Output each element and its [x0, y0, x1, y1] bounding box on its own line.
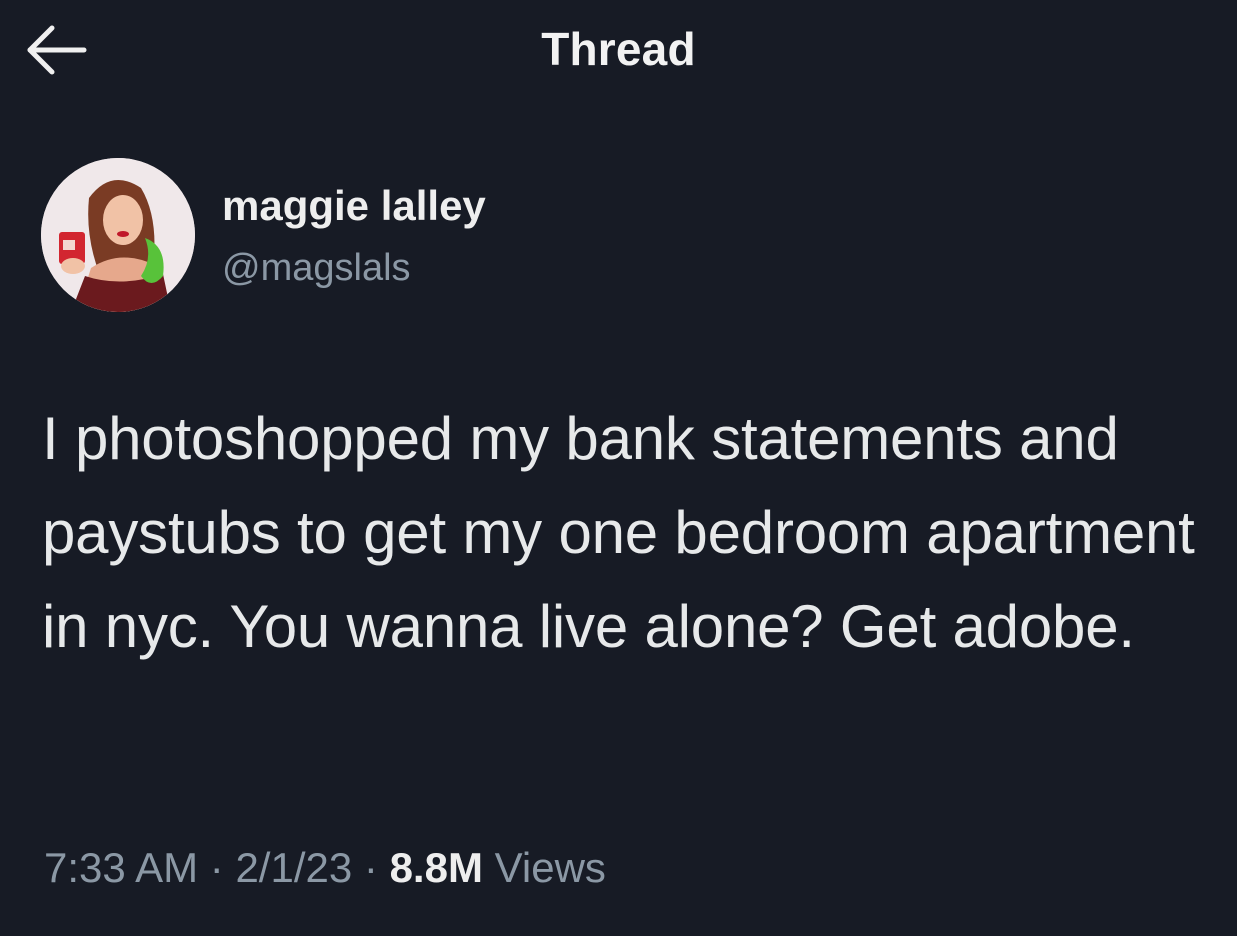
author-handle[interactable]: @magslals [222, 247, 411, 290]
meta-separator: · [209, 844, 224, 891]
views-count[interactable]: 8.8M [390, 844, 483, 891]
avatar[interactable] [41, 158, 195, 312]
tweet-text: I photoshopped my bank statements and pa… [42, 405, 1195, 660]
tweet-time[interactable]: 7:33 AM [44, 844, 198, 891]
profile-photo-icon [41, 158, 195, 312]
views-label: Views [494, 844, 606, 891]
page-title: Thread [541, 23, 696, 75]
tweet-date[interactable]: 2/1/23 [235, 844, 352, 891]
top-bar: Thread [0, 0, 1237, 100]
meta-separator: · [363, 844, 378, 891]
tweet-meta: 7:33 AM · 2/1/23 · 8.8M Views [44, 844, 606, 892]
author-display-name[interactable]: maggie lalley [222, 182, 486, 230]
